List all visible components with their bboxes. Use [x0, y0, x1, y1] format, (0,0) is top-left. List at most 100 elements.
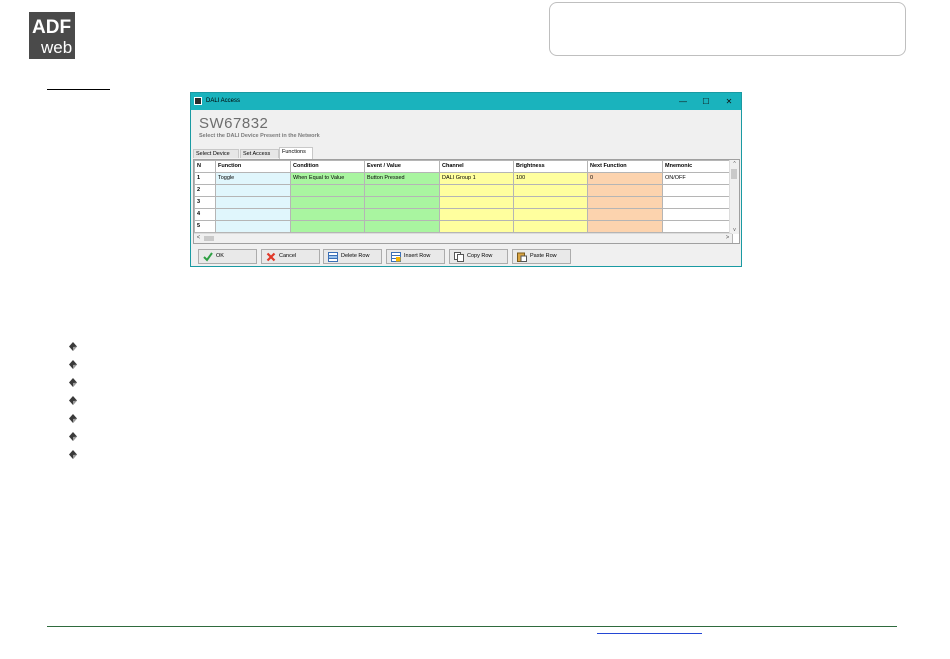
- logo-text-bottom: web: [40, 38, 72, 57]
- cell-mnemonic[interactable]: [662, 220, 733, 233]
- table-header-row: N Function Condition Event / Value Chann…: [194, 160, 733, 173]
- insert-row-icon: [391, 252, 401, 262]
- cell-event-value[interactable]: [364, 220, 440, 233]
- insert-row-label: Insert Row: [404, 253, 431, 259]
- cell-condition[interactable]: [290, 208, 365, 221]
- footer-link[interactable]: [597, 633, 702, 634]
- table-row: 1 Toggle When Equal to Value Button Pressed…: [194, 172, 733, 185]
- cell-mnemonic[interactable]: [662, 196, 733, 209]
- cell-event-value[interactable]: [364, 184, 440, 197]
- cell-next-function[interactable]: [587, 220, 663, 233]
- cell-brightness[interactable]: 100: [513, 172, 588, 185]
- copy-icon: [454, 252, 464, 262]
- minimize-button[interactable]: —: [672, 94, 694, 109]
- paste-icon: [517, 252, 527, 262]
- paste-row-button[interactable]: Paste Row: [512, 249, 571, 264]
- column-header-function[interactable]: Function: [215, 160, 291, 173]
- adfweb-logo: ADF web: [29, 12, 75, 59]
- footer-divider: [47, 626, 897, 627]
- cell-channel[interactable]: [439, 220, 514, 233]
- cell-mnemonic[interactable]: [662, 184, 733, 197]
- cell-n[interactable]: 2: [194, 184, 216, 197]
- cell-n[interactable]: 4: [194, 208, 216, 221]
- column-header-next-function[interactable]: Next Function: [587, 160, 663, 173]
- cell-n[interactable]: 5: [194, 220, 216, 233]
- horizontal-scrollbar[interactable]: < >: [194, 233, 732, 243]
- scroll-right-icon[interactable]: >: [723, 234, 732, 243]
- cell-event-value[interactable]: Button Pressed: [364, 172, 440, 185]
- delete-row-label: Delete Row: [341, 253, 370, 259]
- cell-function[interactable]: Toggle: [215, 172, 291, 185]
- diamond-bullet-icon: [69, 396, 77, 405]
- cell-event-value[interactable]: [364, 208, 440, 221]
- cell-next-function[interactable]: 0: [587, 172, 663, 185]
- x-icon: [266, 252, 276, 262]
- cell-channel[interactable]: [439, 208, 514, 221]
- cell-condition[interactable]: [290, 184, 365, 197]
- cell-n[interactable]: 3: [194, 196, 216, 209]
- cell-condition[interactable]: [290, 220, 365, 233]
- cell-brightness[interactable]: [513, 208, 588, 221]
- window-titlebar[interactable]: DALI Access — ☐ ✕: [191, 93, 741, 110]
- ok-button[interactable]: OK: [198, 249, 257, 264]
- cell-function[interactable]: [215, 208, 291, 221]
- dali-access-window: DALI Access — ☐ ✕ SW67832 Select the DAL…: [190, 92, 742, 267]
- column-header-mnemonic[interactable]: Mnemonic: [662, 160, 733, 173]
- vertical-scrollbar[interactable]: ^ v: [729, 160, 739, 234]
- cell-brightness[interactable]: [513, 184, 588, 197]
- maximize-button[interactable]: ☐: [695, 94, 717, 109]
- cell-next-function[interactable]: [587, 184, 663, 197]
- functions-table: N Function Condition Event / Value Chann…: [194, 160, 733, 243]
- tab-set-access[interactable]: Set Access: [240, 149, 279, 158]
- column-header-condition[interactable]: Condition: [290, 160, 365, 173]
- app-icon: [194, 97, 202, 105]
- diamond-bullet-icon: [69, 360, 77, 369]
- diamond-bullet-icon: [69, 450, 77, 459]
- vertical-scroll-thumb[interactable]: [731, 169, 737, 179]
- tab-select-device[interactable]: Select Device: [193, 149, 239, 158]
- close-button[interactable]: ✕: [718, 94, 740, 109]
- product-name: SW67832: [199, 115, 269, 132]
- table-row: 3: [194, 196, 733, 209]
- section-underline: [47, 89, 110, 90]
- column-header-channel[interactable]: Channel: [439, 160, 514, 173]
- logo-text-top: ADF: [32, 17, 71, 38]
- cell-function[interactable]: [215, 184, 291, 197]
- tab-functions[interactable]: Functions: [279, 147, 313, 159]
- cell-n[interactable]: 1: [194, 172, 216, 185]
- cell-condition[interactable]: When Equal to Value: [290, 172, 365, 185]
- cell-brightness[interactable]: [513, 196, 588, 209]
- cell-channel[interactable]: DALI Group 1: [439, 172, 514, 185]
- scroll-left-icon[interactable]: <: [194, 234, 203, 243]
- delete-row-button[interactable]: Delete Row: [323, 249, 382, 264]
- cell-next-function[interactable]: [587, 208, 663, 221]
- window-subtitle: Select the DALI Device Present in the Ne…: [199, 133, 320, 139]
- copy-row-label: Copy Row: [467, 253, 493, 259]
- cell-function[interactable]: [215, 220, 291, 233]
- cell-condition[interactable]: [290, 196, 365, 209]
- cell-brightness[interactable]: [513, 220, 588, 233]
- delete-row-icon: [328, 252, 338, 262]
- check-icon: [203, 252, 213, 262]
- insert-row-button[interactable]: Insert Row: [386, 249, 445, 264]
- column-header-n[interactable]: N: [194, 160, 216, 173]
- document-header-box: [549, 2, 906, 56]
- cell-function[interactable]: [215, 196, 291, 209]
- column-header-event-value[interactable]: Event / Value: [364, 160, 440, 173]
- diamond-bullet-icon: [69, 342, 77, 351]
- cancel-button[interactable]: Cancel: [261, 249, 320, 264]
- cell-channel[interactable]: [439, 196, 514, 209]
- ok-label: OK: [216, 253, 224, 259]
- table-row: 2: [194, 184, 733, 197]
- cell-mnemonic[interactable]: ON/OFF: [662, 172, 733, 185]
- cell-mnemonic[interactable]: [662, 208, 733, 221]
- cell-channel[interactable]: [439, 184, 514, 197]
- horizontal-scroll-thumb[interactable]: [204, 236, 214, 241]
- scroll-up-icon[interactable]: ^: [730, 160, 739, 168]
- diamond-bullet-icon: [69, 378, 77, 387]
- cell-event-value[interactable]: [364, 196, 440, 209]
- diamond-bullet-icon: [69, 432, 77, 441]
- column-header-brightness[interactable]: Brightness: [513, 160, 588, 173]
- copy-row-button[interactable]: Copy Row: [449, 249, 508, 264]
- cell-next-function[interactable]: [587, 196, 663, 209]
